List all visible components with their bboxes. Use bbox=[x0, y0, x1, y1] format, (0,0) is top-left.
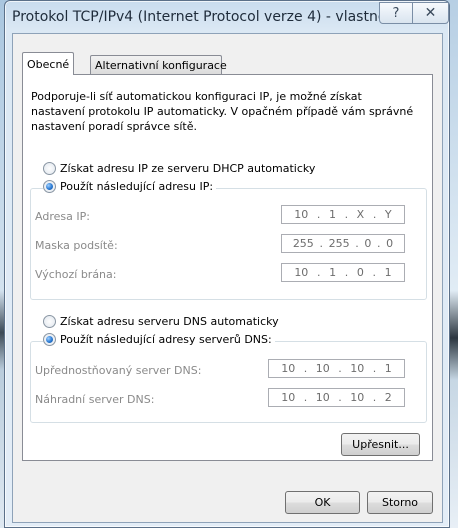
octet: 1 bbox=[329, 266, 337, 279]
octet: 10 bbox=[350, 362, 365, 375]
octet: 1 bbox=[384, 362, 392, 375]
radio-label: Použít následující adresy serverů DNS: bbox=[60, 333, 272, 346]
octet: 10 bbox=[281, 391, 296, 404]
octet: 0 bbox=[356, 266, 364, 279]
octet: 10 bbox=[315, 391, 330, 404]
cancel-button[interactable]: Storno bbox=[367, 491, 433, 514]
octet: 10 bbox=[350, 391, 365, 404]
default-gateway-label: Výchozí brána: bbox=[35, 268, 117, 281]
description-text: Podporuje-li síť automatickou konfigurac… bbox=[31, 89, 426, 134]
tab-alternate-configuration[interactable]: Alternativní konfigurace bbox=[90, 55, 227, 75]
preferred-dns-input[interactable]: 10. 10. 10. 1 bbox=[268, 359, 405, 378]
radio-label: Získat adresu IP ze serveru DHCP automat… bbox=[60, 162, 316, 175]
preferred-dns-label: Upřednostňovaný server DNS: bbox=[35, 364, 202, 377]
octet: 255 bbox=[328, 237, 350, 250]
advanced-button[interactable]: Upřesnit... bbox=[341, 433, 420, 456]
ip-address-label: Adresa IP: bbox=[35, 210, 90, 223]
window-title: Protokol TCP/IPv4 (Internet Protocol ver… bbox=[12, 9, 404, 25]
tab-panel-general: Podporuje-li síť automatickou konfigurac… bbox=[22, 74, 433, 461]
radio-label: Získat adresu serveru DNS automaticky bbox=[60, 315, 279, 328]
tab-general[interactable]: Obecné bbox=[22, 52, 75, 75]
help-button[interactable]: ? bbox=[379, 2, 413, 24]
octet: X bbox=[356, 208, 365, 221]
octet: 0 bbox=[386, 237, 394, 250]
octet: 10 bbox=[315, 362, 330, 375]
radio-indicator bbox=[43, 315, 56, 328]
subnet-mask-label: Maska podsítě: bbox=[35, 239, 118, 252]
dialog-client-area: Obecné Alternativní konfigurace Podporuj… bbox=[12, 33, 443, 523]
default-gateway-input[interactable]: 10. 1. 0. 1 bbox=[281, 263, 405, 282]
radio-obtain-dns-automatically[interactable]: Získat adresu serveru DNS automaticky bbox=[43, 315, 279, 328]
properties-dialog: Protokol TCP/IPv4 (Internet Protocol ver… bbox=[4, 0, 450, 528]
radio-obtain-ip-automatically[interactable]: Získat adresu IP ze serveru DHCP automat… bbox=[43, 162, 315, 175]
question-mark-icon: ? bbox=[392, 5, 400, 21]
radio-indicator-selected bbox=[43, 180, 56, 193]
radio-label: Použít následující adresu IP: bbox=[60, 180, 214, 193]
dns-settings-group bbox=[30, 341, 427, 423]
alternate-dns-input[interactable]: 10. 10. 10. 2 bbox=[268, 388, 405, 407]
radio-use-following-dns[interactable]: Použít následující adresy serverů DNS: bbox=[43, 333, 275, 346]
radio-use-following-ip[interactable]: Použít následující adresu IP: bbox=[43, 180, 217, 193]
ok-button[interactable]: OK bbox=[285, 491, 360, 514]
close-icon: ✕ bbox=[424, 5, 437, 21]
description-line: Podporuje-li síť automatickou konfigurac… bbox=[31, 90, 362, 103]
octet: 2 bbox=[384, 391, 392, 404]
alternate-dns-label: Náhradní server DNS: bbox=[35, 393, 155, 406]
octet: 0 bbox=[364, 237, 372, 250]
radio-indicator bbox=[43, 162, 56, 175]
description-line: nastavení protokolu IP automaticky. V op… bbox=[31, 105, 414, 118]
radio-indicator-selected bbox=[43, 333, 56, 346]
octet: 255 bbox=[292, 237, 314, 250]
subnet-mask-input[interactable]: 255. 255. 0. 0 bbox=[281, 234, 405, 253]
octet: 10 bbox=[281, 362, 296, 375]
ip-address-input[interactable]: 10. 1. X. Y bbox=[281, 205, 405, 224]
octet: 1 bbox=[328, 208, 336, 221]
description-line: nastavení poradí správce sítě. bbox=[31, 120, 197, 133]
octet: 10 bbox=[294, 266, 309, 279]
octet: 10 bbox=[294, 208, 309, 221]
octet: Y bbox=[384, 208, 392, 221]
octet: 1 bbox=[384, 266, 392, 279]
close-button[interactable]: ✕ bbox=[412, 2, 449, 24]
